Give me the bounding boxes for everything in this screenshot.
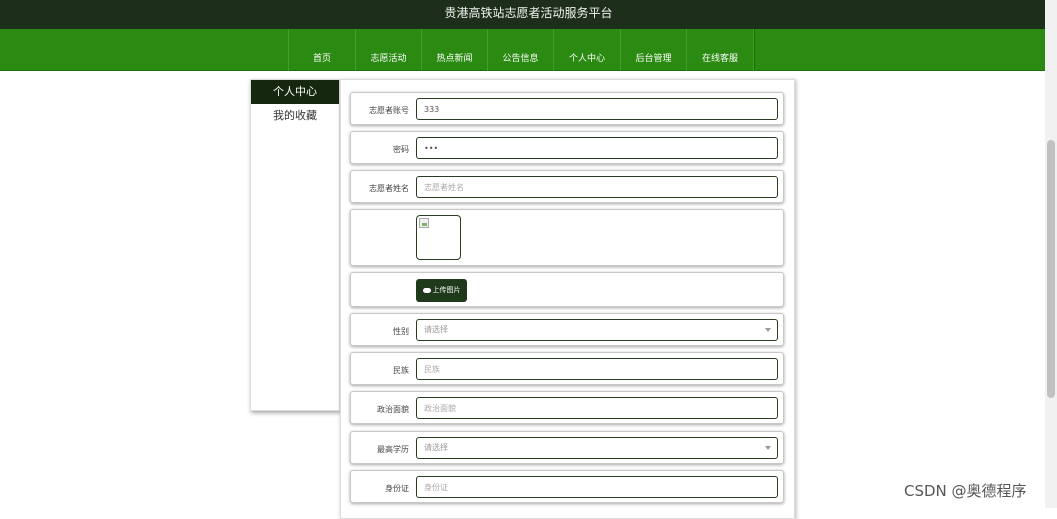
form-row-education: 最高学历 请选择	[350, 431, 784, 464]
name-input[interactable]	[416, 176, 778, 198]
gender-select[interactable]: 请选择	[416, 319, 778, 341]
gender-label: 性别	[393, 327, 409, 336]
account-input[interactable]	[416, 98, 778, 120]
nav-personal-center[interactable]: 个人中心	[553, 29, 620, 71]
nav-announcements[interactable]: 公告信息	[487, 29, 553, 71]
education-label: 最高学历	[377, 445, 409, 454]
form-row-political: 政治面貌	[350, 391, 784, 424]
upload-button-label: 上传图片	[432, 286, 461, 294]
site-header: 贵港高铁站志愿者活动服务平台	[0, 0, 1057, 29]
form-row-upload: 上传图片	[350, 272, 784, 307]
profile-form: 志愿者账号 密码 志愿者姓名 上传图片 性别 请选择 民族 政治面貌 最高学历	[340, 79, 795, 519]
form-row-avatar	[350, 209, 784, 266]
sidebar: 个人中心 我的收藏	[250, 79, 340, 411]
broken-image-icon	[419, 218, 429, 228]
nav-home[interactable]: 首页	[288, 29, 355, 71]
watermark: CSDN @奥德程序	[904, 482, 1027, 500]
main-nav: 首页 志愿活动 热点新闻 公告信息 个人中心 后台管理 在线客服	[0, 29, 1057, 71]
form-row-idcard: 身份证	[350, 470, 784, 503]
ethnicity-input[interactable]	[416, 358, 778, 380]
education-select[interactable]: 请选择	[416, 437, 778, 459]
idcard-input[interactable]	[416, 476, 778, 498]
form-row-ethnicity: 民族	[350, 352, 784, 385]
ethnicity-label: 民族	[393, 366, 409, 375]
nav-hot-news[interactable]: 热点新闻	[421, 29, 487, 71]
form-row-name: 志愿者姓名	[350, 170, 784, 203]
chevron-down-icon	[765, 328, 771, 332]
page-scrollbar[interactable]	[1045, 0, 1057, 508]
account-label: 志愿者账号	[369, 106, 409, 115]
form-row-gender: 性别 请选择	[350, 313, 784, 346]
upload-image-button[interactable]: 上传图片	[416, 279, 467, 302]
avatar-image	[416, 215, 461, 260]
nav-online-service[interactable]: 在线客服	[686, 29, 754, 71]
scrollbar-thumb[interactable]	[1047, 140, 1055, 398]
password-input[interactable]	[416, 137, 778, 159]
political-label: 政治面貌	[377, 405, 409, 414]
sidebar-item-favorites[interactable]: 我的收藏	[251, 104, 339, 128]
password-label: 密码	[393, 145, 409, 154]
political-input[interactable]	[416, 397, 778, 419]
chevron-down-icon	[765, 446, 771, 450]
idcard-label: 身份证	[385, 484, 409, 493]
site-title: 贵港高铁站志愿者活动服务平台	[444, 6, 613, 20]
nav-volunteer-activities[interactable]: 志愿活动	[355, 29, 421, 71]
nav-admin[interactable]: 后台管理	[620, 29, 686, 71]
form-row-account: 志愿者账号	[350, 92, 784, 125]
name-label: 志愿者姓名	[369, 184, 409, 193]
sidebar-item-personal-center[interactable]: 个人中心	[251, 80, 339, 104]
cloud-upload-icon	[422, 287, 431, 293]
gender-select-value: 请选择	[424, 325, 448, 334]
form-row-password: 密码	[350, 131, 784, 164]
education-select-value: 请选择	[424, 443, 448, 452]
